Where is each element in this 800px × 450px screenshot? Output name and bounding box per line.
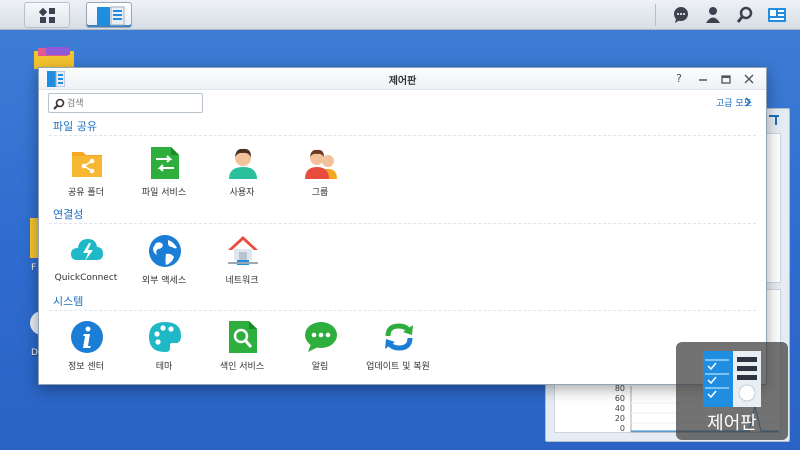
item-indexing-service[interactable]: 색인 서비스 bbox=[202, 320, 282, 380]
theme-icon bbox=[149, 322, 181, 352]
section-title-file-sharing: 파일 공유 bbox=[53, 120, 97, 133]
control-panel-window: 제어판 ? 고급 모드 파일 공유 공유 폴더 bbox=[38, 67, 767, 385]
chart-tick-80: 80 bbox=[614, 384, 625, 393]
minimize-icon bbox=[699, 79, 707, 81]
item-label: 외부 액세스 bbox=[141, 276, 187, 286]
section-divider bbox=[49, 310, 756, 311]
control-panel-icon bbox=[97, 6, 125, 26]
chart-tick-0: 0 bbox=[619, 424, 625, 433]
widgets-button[interactable] bbox=[762, 0, 792, 30]
section-title-system: 시스템 bbox=[53, 295, 84, 308]
chat-icon bbox=[674, 7, 688, 23]
help-button[interactable]: ? bbox=[671, 71, 687, 87]
item-label: 색인 서비스 bbox=[219, 362, 265, 372]
info-center-icon bbox=[71, 321, 103, 353]
item-file-services[interactable]: 파일 서비스 bbox=[124, 146, 204, 206]
group-icon bbox=[305, 149, 337, 179]
desktop-label-f: F bbox=[31, 263, 37, 273]
search-icon bbox=[53, 98, 65, 110]
taskbar-divider bbox=[655, 4, 656, 26]
external-access-icon bbox=[149, 235, 181, 267]
taskbar bbox=[0, 0, 800, 30]
file-services-icon bbox=[151, 147, 179, 179]
chart-tick-60: 60 bbox=[614, 394, 625, 403]
user-icon bbox=[229, 148, 257, 179]
item-label: 공유 폴더 bbox=[68, 188, 104, 198]
item-label: 파일 서비스 bbox=[141, 188, 187, 198]
search-icon bbox=[736, 6, 753, 23]
item-quickconnect[interactable]: QuickConnect bbox=[46, 234, 126, 294]
update-restore-icon bbox=[385, 323, 413, 351]
item-external-access[interactable]: 외부 액세스 bbox=[124, 234, 204, 294]
close-icon bbox=[744, 74, 754, 84]
user-menu-button[interactable] bbox=[698, 0, 728, 30]
item-update-restore[interactable]: 업데이트 및 복원 bbox=[358, 320, 438, 380]
section-divider bbox=[49, 223, 756, 224]
section-title-connectivity: 연결성 bbox=[53, 208, 84, 221]
search-button[interactable] bbox=[730, 0, 760, 30]
item-user[interactable]: 사용자 bbox=[202, 146, 282, 206]
widget-menu-icon[interactable] bbox=[769, 114, 781, 126]
overlay-label: 제어판 bbox=[707, 413, 757, 434]
item-info-center[interactable]: 정보 센터 bbox=[46, 320, 126, 380]
file-station-desktop-icon[interactable] bbox=[32, 47, 78, 69]
chart-tick-40: 40 bbox=[614, 404, 625, 413]
item-label: 알림 bbox=[311, 362, 329, 372]
chevron-right-icon[interactable] bbox=[744, 97, 752, 107]
window-title: 제어판 bbox=[388, 76, 417, 87]
desktop-label-d: D bbox=[31, 348, 38, 358]
user-icon bbox=[706, 7, 720, 23]
maximize-button[interactable] bbox=[718, 71, 734, 87]
close-button[interactable] bbox=[741, 71, 757, 87]
search-field[interactable] bbox=[48, 93, 203, 113]
search-input[interactable] bbox=[67, 96, 197, 111]
section-divider bbox=[49, 135, 756, 136]
minimize-button[interactable] bbox=[695, 71, 711, 87]
grid-icon bbox=[38, 7, 55, 23]
item-label: 정보 센터 bbox=[68, 362, 104, 372]
indexing-service-icon bbox=[229, 321, 257, 353]
quickconnect-icon bbox=[71, 239, 103, 261]
item-label: 테마 bbox=[155, 362, 173, 372]
chat-button[interactable] bbox=[666, 0, 696, 30]
item-group[interactable]: 그룹 bbox=[280, 146, 360, 206]
item-theme[interactable]: 테마 bbox=[124, 320, 204, 380]
control-panel-icon bbox=[703, 351, 761, 407]
item-shared-folder[interactable]: 공유 폴더 bbox=[46, 146, 126, 206]
main-menu-button[interactable] bbox=[24, 2, 70, 28]
maximize-icon bbox=[721, 75, 731, 84]
item-notification[interactable]: 알림 bbox=[280, 320, 360, 380]
chart-tick-20: 20 bbox=[614, 414, 625, 423]
item-label: 업데이트 및 복원 bbox=[366, 362, 430, 372]
network-icon bbox=[228, 236, 258, 265]
item-label: 네트워크 bbox=[225, 276, 259, 286]
item-network[interactable]: 네트워크 bbox=[202, 234, 282, 294]
item-label: 그룹 bbox=[311, 188, 329, 198]
app-switch-overlay: 제어판 bbox=[676, 342, 788, 440]
control-panel-task-button[interactable] bbox=[86, 2, 132, 28]
shared-folder-icon bbox=[72, 152, 102, 177]
item-label: QuickConnect bbox=[54, 273, 118, 283]
item-label: 사용자 bbox=[229, 188, 255, 198]
notification-icon bbox=[305, 322, 337, 352]
window-titlebar[interactable]: 제어판 ? bbox=[39, 68, 766, 90]
widgets-icon bbox=[768, 8, 786, 22]
